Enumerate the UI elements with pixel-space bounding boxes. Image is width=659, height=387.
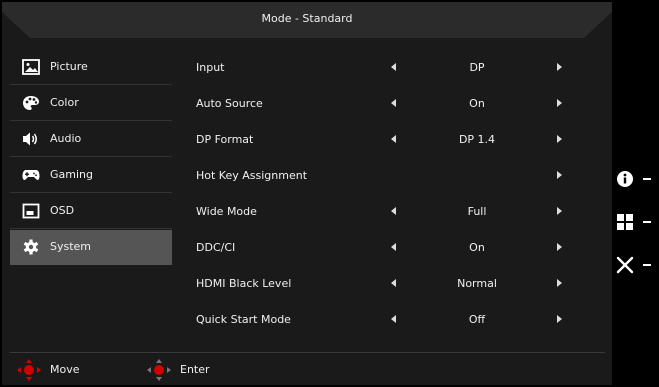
setting-row-input[interactable]: Input DP bbox=[194, 50, 564, 86]
arrow-right-icon[interactable] bbox=[557, 63, 562, 71]
speaker-icon bbox=[22, 131, 40, 147]
setting-row-hot-key-assignment[interactable]: Hot Key Assignment bbox=[194, 158, 564, 194]
picture-icon bbox=[22, 59, 40, 75]
setting-value: DP 1.4 bbox=[458, 133, 496, 146]
sidebar-item-osd[interactable]: OSD bbox=[10, 194, 172, 229]
setting-label: Input bbox=[196, 61, 225, 74]
setting-label: DDC/CI bbox=[196, 241, 236, 254]
setting-value: Full bbox=[467, 205, 487, 218]
osd-window-icon bbox=[22, 203, 40, 219]
setting-value: On bbox=[469, 241, 485, 254]
setting-label: HDMI Black Level bbox=[196, 277, 292, 290]
setting-row-hdmi-black-level[interactable]: HDMI Black Level Normal bbox=[194, 266, 564, 302]
close-dash bbox=[643, 264, 651, 266]
osd-header: Mode - Standard bbox=[2, 2, 612, 40]
setting-value: DP bbox=[469, 61, 485, 74]
sidebar-item-audio[interactable]: Audio bbox=[10, 122, 172, 157]
sidebar-item-label: Color bbox=[50, 96, 79, 109]
gamepad-icon bbox=[22, 167, 40, 183]
sidebar-item-picture[interactable]: Picture bbox=[10, 50, 172, 85]
arrow-left-icon[interactable] bbox=[391, 315, 396, 323]
info-button[interactable] bbox=[616, 167, 659, 191]
arrow-right-icon[interactable] bbox=[557, 207, 562, 215]
setting-value: Off bbox=[468, 313, 486, 326]
setting-row-auto-source[interactable]: Auto Source On bbox=[194, 86, 564, 122]
arrow-left-icon[interactable] bbox=[391, 207, 396, 215]
footer-divider bbox=[10, 352, 605, 353]
osd-panel: Mode - Standard Picture Color Audio Gaming O… bbox=[2, 2, 612, 385]
sidebar-item-label: OSD bbox=[50, 204, 75, 217]
arrow-left-icon[interactable] bbox=[391, 135, 396, 143]
setting-value: On bbox=[469, 97, 485, 110]
arrow-left-icon[interactable] bbox=[391, 99, 396, 107]
sidebar-menu: Picture Color Audio Gaming OSD System bbox=[10, 50, 172, 265]
arrow-right-icon[interactable] bbox=[557, 243, 562, 251]
arrow-left-icon[interactable] bbox=[391, 63, 396, 71]
setting-label: Wide Mode bbox=[196, 205, 257, 218]
joystick-move-icon bbox=[17, 359, 41, 381]
sidebar-item-gaming[interactable]: Gaming bbox=[10, 158, 172, 193]
arrow-right-icon[interactable] bbox=[557, 99, 562, 107]
setting-label: Hot Key Assignment bbox=[196, 169, 308, 182]
close-button[interactable] bbox=[616, 253, 659, 277]
info-icon bbox=[617, 171, 633, 187]
setting-row-dp-format[interactable]: DP Format DP 1.4 bbox=[194, 122, 564, 158]
palette-icon bbox=[22, 95, 40, 111]
arrow-left-icon[interactable] bbox=[391, 243, 396, 251]
arrow-left-icon[interactable] bbox=[391, 279, 396, 287]
setting-row-quick-start-mode[interactable]: Quick Start Mode Off bbox=[194, 302, 564, 338]
grid-icon bbox=[617, 214, 633, 230]
arrow-right-icon[interactable] bbox=[557, 135, 562, 143]
joystick-enter-icon bbox=[147, 359, 171, 381]
grid-button[interactable] bbox=[616, 210, 659, 234]
setting-row-ddc-ci[interactable]: DDC/CI On bbox=[194, 230, 564, 266]
setting-value: Normal bbox=[457, 277, 497, 290]
sidebar-item-label: Audio bbox=[50, 132, 82, 145]
settings-list: Input DP Auto Source On DP Format DP 1.4 Hot K… bbox=[194, 50, 564, 338]
grid-dash bbox=[643, 221, 651, 223]
arrow-right-icon[interactable] bbox=[557, 279, 562, 287]
arrow-right-icon[interactable] bbox=[557, 315, 562, 323]
page-title: Mode - Standard bbox=[261, 12, 353, 25]
enter-label: Enter bbox=[180, 363, 210, 376]
sidebar-item-label: System bbox=[50, 240, 92, 253]
gear-icon bbox=[22, 239, 40, 255]
sidebar-item-label: Picture bbox=[50, 60, 88, 73]
close-icon bbox=[616, 256, 634, 274]
setting-row-wide-mode[interactable]: Wide Mode Full bbox=[194, 194, 564, 230]
move-label: Move bbox=[50, 363, 80, 376]
sidebar-item-label: Gaming bbox=[50, 168, 93, 181]
arrow-right-icon[interactable] bbox=[557, 171, 562, 179]
setting-label: Auto Source bbox=[196, 97, 263, 110]
setting-label: DP Format bbox=[196, 133, 254, 146]
setting-label: Quick Start Mode bbox=[196, 313, 291, 326]
info-dash bbox=[643, 178, 651, 180]
sidebar-item-system[interactable]: System bbox=[10, 230, 172, 265]
sidebar-item-color[interactable]: Color bbox=[10, 86, 172, 121]
